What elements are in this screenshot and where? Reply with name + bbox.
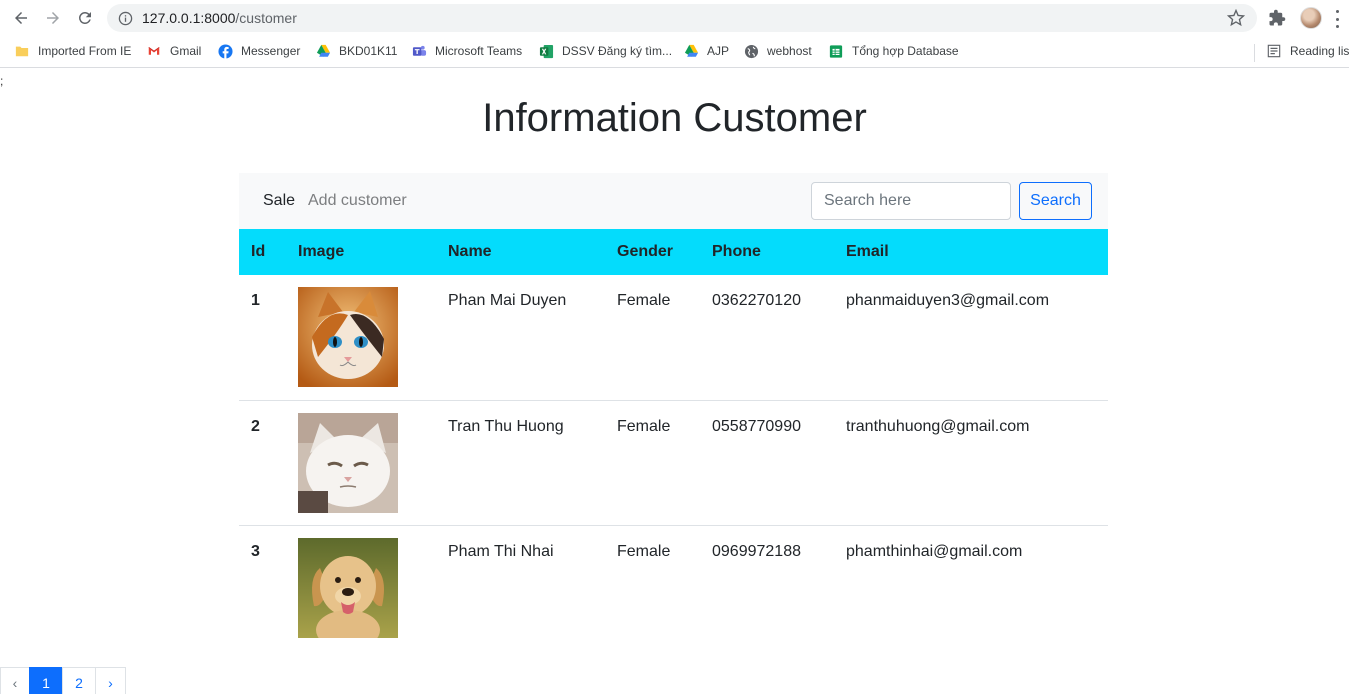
profile-avatar[interactable] [1300, 7, 1322, 29]
bookmark-label: Messenger [241, 44, 301, 58]
url-path: /customer [235, 10, 297, 26]
bookmark-webhost[interactable]: webhost [737, 37, 818, 65]
table-row: 1 Phan Mai Duyen Female 0362270120 phanm… [239, 275, 1108, 401]
url-host: 127.0.0.1:8000 [142, 10, 236, 26]
bookmark-label: webhost [767, 44, 812, 58]
pagination-next[interactable]: › [95, 667, 126, 694]
url-text: 127.0.0.1:8000/customer [142, 10, 297, 26]
pagination: ‹ 1 2 › [0, 667, 126, 694]
bookmark-gmail[interactable]: Gmail [140, 37, 207, 65]
bookmark-label: Gmail [170, 44, 202, 58]
bookmark-dssv[interactable]: DSSV Đăng ký tìm... [532, 37, 678, 65]
arrow-right-icon [47, 12, 59, 24]
cell-id: 3 [251, 542, 260, 560]
bookmark-label: Tổng hợp Database [852, 44, 959, 58]
bookmark-label: Microsoft Teams [435, 44, 523, 58]
cell-phone: 0969972188 [712, 542, 801, 560]
cell-email: tranthuhuong@gmail.com [834, 400, 1108, 526]
browser-toolbar: 127.0.0.1:8000/customer [0, 0, 1349, 36]
cell-image [286, 275, 436, 401]
stray-text: ; [0, 74, 4, 88]
reload-button[interactable] [73, 6, 97, 30]
bookmarks-bar: Imported From IE Gmail Messenger BKD01K1… [0, 36, 1349, 68]
extensions-puzzle-icon[interactable] [1268, 9, 1286, 27]
bookmarks-divider [1254, 44, 1255, 62]
google-sheets-icon [828, 43, 844, 59]
cell-email: phanmaiduyen3@gmail.com [834, 275, 1108, 401]
address-bar[interactable]: 127.0.0.1:8000/customer [107, 4, 1257, 32]
table-row: 2 Tran Thu Huong Female 0558770990 trant… [239, 400, 1108, 526]
add-customer-link[interactable]: Add customer [308, 192, 407, 210]
info-icon[interactable] [117, 10, 133, 26]
cell-id: 1 [239, 275, 286, 401]
reading-list-icon [1266, 43, 1282, 59]
bookmark-microsoft-teams[interactable]: Microsoft Teams [405, 37, 528, 65]
google-drive-icon [683, 43, 699, 59]
bookmark-label: AJP [707, 44, 730, 58]
cell-gender: Female [617, 542, 671, 560]
arrow-left-icon [15, 12, 27, 24]
header-name: Name [436, 229, 605, 275]
cell-email: phamthinhai@gmail.com [846, 542, 1023, 560]
customer-table: Id Image Name Gender Phone Email 1 Phan … [239, 229, 1108, 650]
cell-name: Tran Thu Huong [436, 400, 605, 526]
pagination-page-2[interactable]: 2 [62, 667, 96, 694]
cell-gender: Female [605, 400, 700, 526]
bookmark-bkd01k11[interactable]: BKD01K11 [309, 37, 403, 65]
bookmark-label: DSSV Đăng ký tìm... [562, 44, 673, 58]
cell-id: 2 [239, 400, 286, 526]
cell-name: Phan Mai Duyen [436, 275, 605, 401]
bookmark-ajp[interactable]: AJP [677, 37, 735, 65]
facebook-icon [217, 43, 233, 59]
cell-phone: 0362270120 [700, 275, 834, 401]
teams-icon [411, 43, 427, 59]
bookmark-label: BKD01K11 [339, 44, 398, 58]
cell-image [286, 400, 436, 526]
page-title: Information Customer [482, 96, 867, 140]
forward-button[interactable] [41, 6, 65, 30]
bookmark-imported-from-ie[interactable]: Imported From IE [8, 37, 137, 65]
cell-gender: Female [605, 275, 700, 401]
reading-list-label: Reading list [1290, 44, 1349, 58]
reload-icon [78, 11, 91, 24]
globe-icon [743, 43, 759, 59]
cell-name: Pham Thi Nhai [448, 542, 554, 560]
table-row: 3 Pham Thi Nhai Female 0969972188 phamth… [239, 525, 1108, 650]
bookmark-label: Imported From IE [38, 44, 132, 58]
bookmark-messenger[interactable]: Messenger [211, 37, 306, 65]
search-input[interactable] [811, 182, 1011, 220]
bookmark-tong-hop-database[interactable]: Tổng hợp Database [822, 37, 965, 65]
header-image: Image [286, 229, 436, 275]
back-button[interactable] [9, 6, 33, 30]
reading-list-button[interactable]: Reading list [1260, 37, 1349, 65]
bookmark-star-icon[interactable] [1227, 9, 1245, 27]
navbar: Sale Add customer Search [239, 173, 1108, 229]
google-drive-icon [315, 43, 331, 59]
cell-phone: 0558770990 [700, 400, 834, 526]
navbar-brand[interactable]: Sale [263, 192, 295, 210]
header-gender: Gender [605, 229, 700, 275]
page-content: ; Information Customer Sale Add customer… [0, 68, 1349, 694]
header-email: Email [834, 229, 1108, 275]
pagination-page-1[interactable]: 1 [29, 667, 63, 694]
white-cat-photo [298, 412, 398, 513]
header-phone: Phone [700, 229, 834, 275]
folder-icon [14, 43, 30, 59]
browser-menu-icon[interactable] [1334, 10, 1340, 28]
pagination-prev[interactable]: ‹ [0, 667, 30, 694]
calico-cat-photo [298, 287, 398, 387]
labrador-dog-photo [298, 537, 398, 638]
cell-image [286, 525, 436, 650]
excel-icon [538, 43, 554, 59]
header-id: Id [239, 229, 286, 275]
search-button[interactable]: Search [1019, 182, 1092, 220]
gmail-icon [146, 43, 162, 59]
table-header-row: Id Image Name Gender Phone Email [239, 229, 1108, 275]
